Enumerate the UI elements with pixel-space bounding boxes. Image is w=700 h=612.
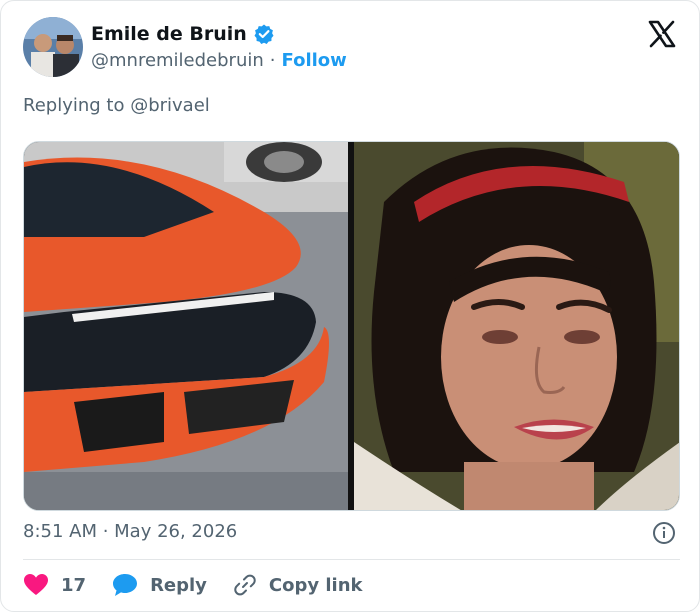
separator-dot: ·	[269, 50, 276, 71]
link-icon	[234, 574, 256, 596]
author-display-name[interactable]: Emile de Bruin	[91, 23, 247, 45]
avatar[interactable]	[23, 17, 83, 77]
media-image-portrait[interactable]	[354, 142, 679, 510]
author-handle-row: @mnremiledebruin · Follow	[91, 50, 347, 71]
copy-link-button[interactable]: Copy link	[233, 573, 363, 597]
author-name-row[interactable]: Emile de Bruin	[91, 23, 275, 45]
tweet-actions: 17 Reply Copy link	[23, 571, 389, 599]
author-handle[interactable]: @mnremiledebruin	[91, 50, 264, 71]
verified-badge-icon	[253, 23, 275, 45]
like-button[interactable]: 17	[23, 573, 86, 597]
heart-icon	[24, 574, 48, 595]
follow-button[interactable]: Follow	[282, 50, 347, 71]
tweet-media[interactable]	[23, 141, 680, 511]
speech-bubble-icon	[113, 574, 138, 596]
tweet-card: Emile de Bruin @mnremiledebruin · Follow…	[0, 0, 700, 612]
x-logo-icon[interactable]	[647, 19, 677, 49]
reply-button[interactable]: Reply	[112, 573, 207, 597]
media-image-car[interactable]	[24, 142, 349, 510]
reply-label: Reply	[150, 574, 207, 596]
copy-link-label: Copy link	[268, 574, 363, 596]
divider	[23, 559, 680, 560]
like-count: 17	[61, 574, 87, 596]
reply-context[interactable]: Replying to @brivael	[23, 95, 210, 116]
info-icon[interactable]	[652, 521, 676, 545]
tweet-timestamp[interactable]: 8:51 AM · May 26, 2026	[23, 521, 237, 542]
